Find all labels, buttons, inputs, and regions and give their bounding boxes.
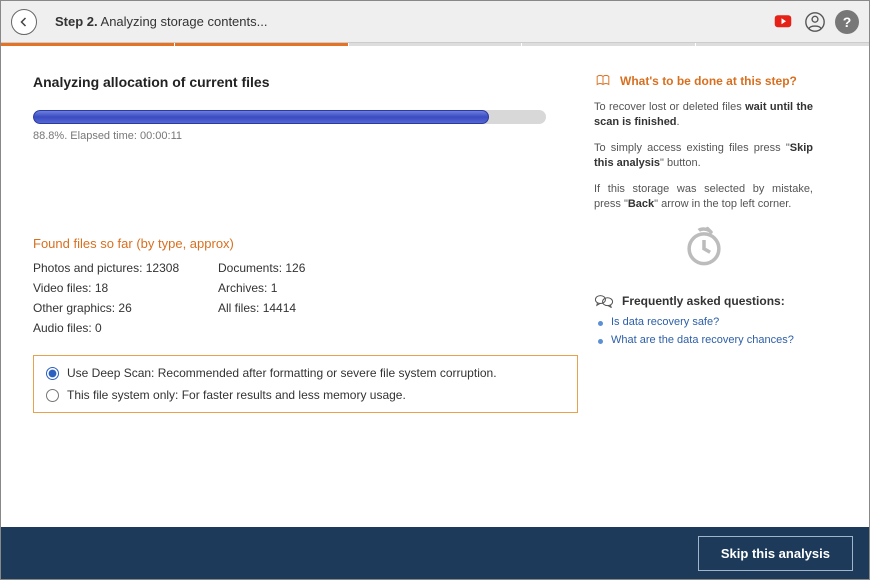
stat-row: All files: 14414 [218,301,403,315]
scan-options-panel: Use Deep Scan: Recommended after formatt… [33,355,578,413]
stat-row: Photos and pictures: 12308 [33,261,218,275]
faq-icon [594,294,614,308]
header-bar: Step 2. Analyzing storage contents... ? [1,1,869,43]
help-icon[interactable]: ? [835,10,859,34]
back-button[interactable] [11,9,37,35]
side-help-p2: To simply access existing files press "S… [594,141,813,172]
faq-list: Is data recovery safe? What are the data … [594,316,813,346]
footer-bar: Skip this analysis [1,527,869,579]
option-deep-scan-radio[interactable] [46,367,59,380]
option-this-fs-only[interactable]: This file system only: For faster result… [46,388,565,402]
side-help-title: What's to be done at this step? [594,74,813,88]
option-deep-scan[interactable]: Use Deep Scan: Recommended after formatt… [46,366,565,380]
youtube-icon[interactable] [771,10,795,34]
scan-progress-fill [33,110,489,124]
step-label: Step 2. Analyzing storage contents... [55,14,267,29]
skip-analysis-button[interactable]: Skip this analysis [698,536,853,571]
waiting-clock-icon [683,226,725,268]
faq-title: Frequently asked questions: [594,294,813,308]
stat-row: Documents: 126 [218,261,403,275]
stat-row: Video files: 18 [33,281,218,295]
stat-row: Other graphics: 26 [33,301,218,315]
side-help-p1: To recover lost or deleted files wait un… [594,100,813,131]
step-description: Analyzing storage contents... [101,14,268,29]
side-help-p3: If this storage was selected by mistake,… [594,182,813,213]
stat-row: Audio files: 0 [33,321,218,335]
scan-progress-bar [33,110,546,124]
faq-link[interactable]: What are the data recovery chances? [611,334,794,346]
stat-row: Archives: 1 [218,281,403,295]
faq-item: Is data recovery safe? [598,316,813,328]
user-icon[interactable] [803,10,827,34]
option-this-fs-only-radio[interactable] [46,389,59,402]
main-title: Analyzing allocation of current files [33,74,568,90]
arrow-left-icon [18,16,30,28]
book-icon [594,74,612,88]
faq-link[interactable]: Is data recovery safe? [611,316,719,328]
scan-progress-text: 88.8%. Elapsed time: 00:00:11 [33,130,568,142]
found-files-title: Found files so far (by type, approx) [33,236,568,251]
step-number: Step 2. [55,14,98,29]
found-files-stats: Photos and pictures: 12308 Video files: 1… [33,261,568,341]
faq-item: What are the data recovery chances? [598,334,813,346]
